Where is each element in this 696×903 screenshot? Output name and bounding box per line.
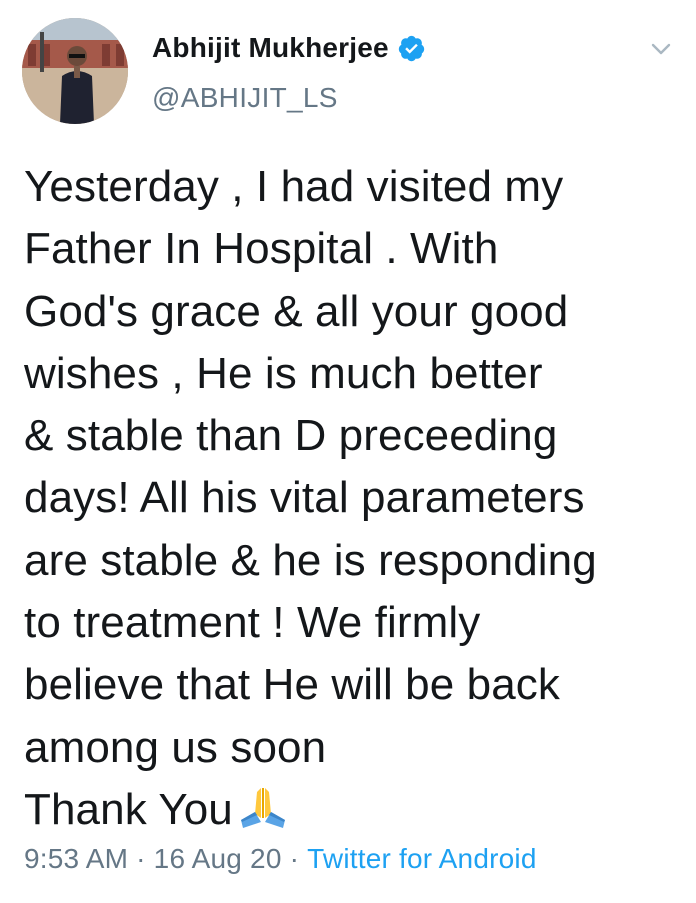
tweet-line: wishes , He is much better (24, 348, 543, 398)
tweet-line: Father In Hospital . With (24, 224, 499, 274)
tweet-time[interactable]: 9:53 AM (24, 843, 128, 874)
chevron-down-icon[interactable] (648, 38, 674, 60)
tweet-meta: 9:53 AM · 16 Aug 20 · Twitter for Android (24, 843, 537, 875)
meta-separator: · (289, 843, 300, 874)
meta-separator: · (136, 843, 146, 874)
profile-photo-icon[interactable] (22, 18, 128, 124)
verified-badge-icon (397, 34, 426, 63)
tweet-line: believe that He will be back (24, 660, 560, 710)
tweet-line: God's grace & all your good (24, 286, 569, 336)
author-display-name[interactable]: Abhijit Mukherjee (152, 32, 389, 64)
tweet-line: Yesterday , I had visited my (24, 162, 564, 211)
tweet-line: are stable & he is responding (24, 535, 597, 585)
folded-hands-emoji (235, 784, 291, 830)
author-handle[interactable]: @ABHIJIT_LS (152, 82, 338, 114)
author-name-row[interactable]: Abhijit Mukherjee (152, 30, 426, 66)
tweet-date[interactable]: 16 Aug 20 (154, 843, 282, 874)
tweet-line: among us soon (24, 722, 327, 772)
tweet-line: Thank You (24, 784, 233, 834)
tweet-text: Yesterday , I had visited my Father In H… (24, 156, 684, 841)
tweet-line: & stable than D preceeding (24, 411, 558, 461)
tweet-line: days! All his vital parameters (24, 473, 585, 523)
tweet-line: to treatment ! We firmly (24, 598, 481, 648)
tweet: Abhijit Mukherjee @ABHIJIT_LS Yesterday … (0, 0, 696, 903)
tweet-source-link[interactable]: Twitter for Android (307, 843, 536, 874)
